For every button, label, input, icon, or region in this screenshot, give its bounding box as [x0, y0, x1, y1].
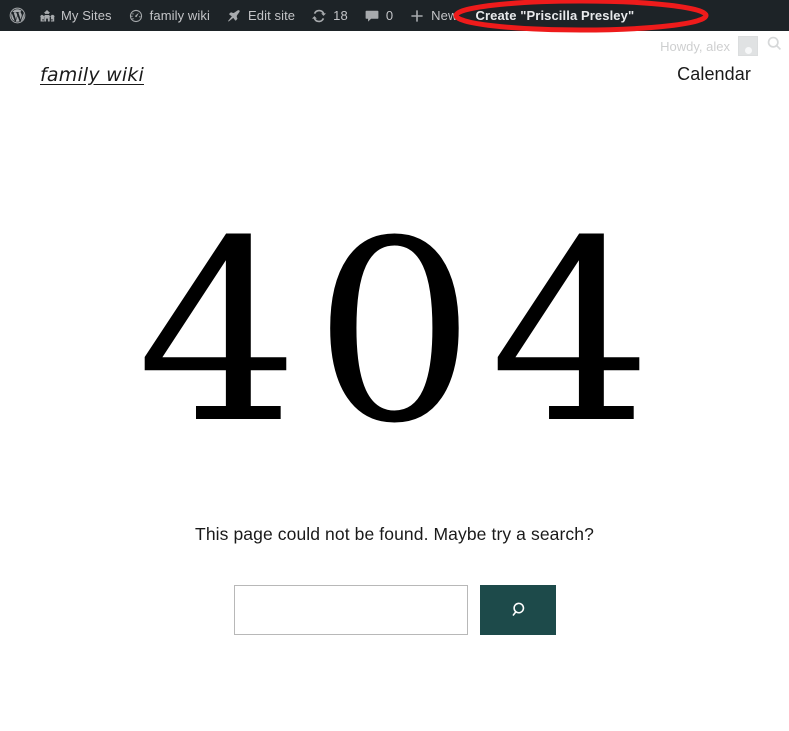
admin-bar-new-label: New: [431, 8, 458, 23]
pencil-pin-icon: [226, 8, 242, 24]
error-message: This page could not be found. Maybe try …: [195, 524, 594, 544]
main-content: 404 This page could not be found. Maybe …: [0, 208, 789, 635]
wp-admin-bar: My Sites family wiki Edit site 18 0 New …: [0, 0, 789, 33]
error-code: 404: [136, 187, 667, 478]
admin-bar-item-updates[interactable]: 18: [303, 0, 356, 31]
admin-bar-comments-count: 0: [385, 8, 394, 23]
comment-bubble-icon: [364, 8, 380, 24]
nav-item-calendar[interactable]: Calendar: [677, 64, 751, 85]
admin-bar-item-edit-site[interactable]: Edit site: [218, 0, 303, 31]
buildings-icon: [39, 8, 55, 24]
admin-bar-item-comments[interactable]: 0: [356, 0, 401, 31]
primary-navigation: Calendar: [677, 64, 751, 85]
admin-bar-edit-site-label: Edit site: [247, 8, 296, 23]
search-input[interactable]: [233, 585, 468, 635]
admin-bar-item-wp-logo[interactable]: [0, 0, 35, 31]
admin-bar-item-my-sites[interactable]: My Sites: [35, 0, 120, 31]
update-refresh-icon: [311, 8, 327, 24]
plus-icon: [409, 8, 425, 24]
search-form: [0, 585, 789, 635]
admin-bar-updates-count: 18: [333, 8, 348, 23]
wordpress-icon: [9, 7, 26, 24]
admin-bar-item-new-content[interactable]: New: [401, 0, 465, 31]
site-title[interactable]: family wiki: [40, 64, 144, 86]
site-header: family wiki Calendar: [0, 47, 789, 102]
admin-bar-item-site-name[interactable]: family wiki: [120, 0, 218, 31]
admin-bar-site-name-label: family wiki: [149, 8, 210, 23]
admin-bar-create-entity-label: Create "Priscilla Presley": [475, 8, 635, 23]
admin-bar-my-sites-label: My Sites: [61, 8, 112, 23]
search-submit-button[interactable]: [479, 585, 556, 635]
search-icon: [507, 599, 529, 621]
dashboard-gauge-icon: [128, 8, 144, 24]
admin-bar-item-create-entity[interactable]: Create "Priscilla Presley": [465, 0, 642, 31]
